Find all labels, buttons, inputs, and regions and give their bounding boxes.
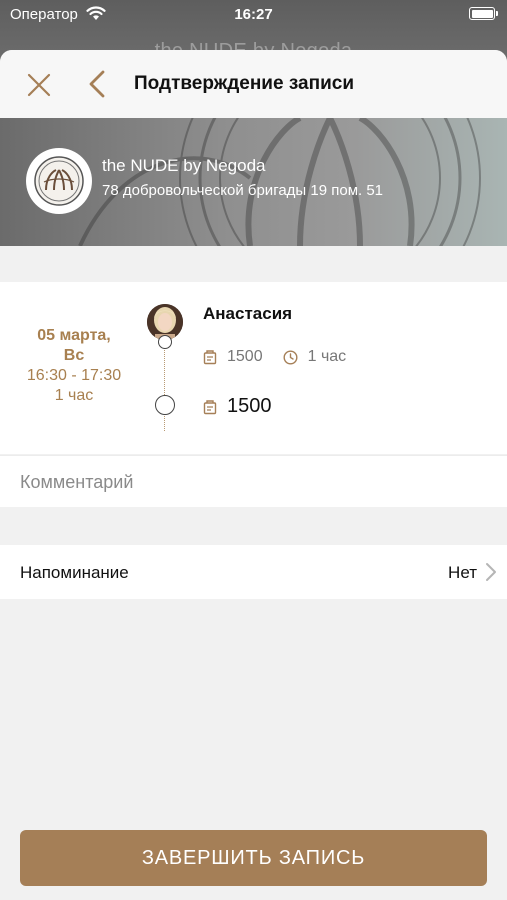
chevron-right-icon — [486, 563, 496, 581]
booking-time-range: 16:30 - 17:30 — [26, 367, 122, 384]
comment-field — [0, 455, 507, 508]
booking-date-block: 05 марта, Вс 16:30 - 17:30 1 час — [14, 326, 134, 406]
booking-duration: 1 час — [54, 387, 94, 404]
service-duration: 1 час — [307, 348, 347, 365]
timeline-total-dot — [155, 395, 175, 415]
master-name: Анастасия — [203, 304, 293, 323]
clock-time: 16:27 — [234, 6, 273, 23]
clock-icon — [283, 349, 298, 365]
page-title: Подтверждение записи — [134, 73, 354, 94]
booking-weekday: Вс — [63, 347, 85, 364]
salon-logo-mark — [34, 156, 84, 206]
close-icon[interactable] — [26, 72, 52, 98]
salon-header: the NUDE by Negoda 78 добровольческой бр… — [0, 118, 507, 246]
price-tag-icon — [203, 350, 217, 365]
booking-date: 05 марта, — [37, 327, 111, 344]
total-price-row: 1500 — [203, 395, 272, 418]
service-details: 1500 1 час — [203, 348, 346, 366]
reminder-label: Напоминание — [20, 563, 129, 582]
battery-icon — [469, 7, 498, 20]
timeline-dot — [158, 335, 172, 349]
total-price: 1500 — [227, 395, 272, 417]
confirmation-sheet: Подтверждение записи the NUDE by Negoda … — [0, 50, 507, 900]
reminder-value: Нет — [448, 563, 477, 582]
booking-card: 05 марта, Вс 16:30 - 17:30 1 час Анастас… — [0, 282, 507, 454]
nav-bar: Подтверждение записи — [0, 50, 507, 118]
finish-booking-button[interactable]: ЗАВЕРШИТЬ ЗАПИСЬ — [20, 830, 487, 886]
reminder-row[interactable]: Напоминание Нет — [0, 545, 507, 599]
service-price: 1500 — [227, 348, 263, 365]
salon-address: 78 добровольческой бригады 19 пом. 51 — [102, 182, 384, 199]
chevron-left-icon[interactable] — [86, 70, 108, 98]
salon-logo — [26, 148, 92, 214]
salon-name: the NUDE by Negoda — [102, 156, 266, 175]
comment-input[interactable] — [20, 456, 487, 508]
timeline-line — [164, 337, 165, 431]
status-bar: Оператор 16:27 — [0, 0, 507, 30]
price-tag-icon — [203, 399, 217, 414]
